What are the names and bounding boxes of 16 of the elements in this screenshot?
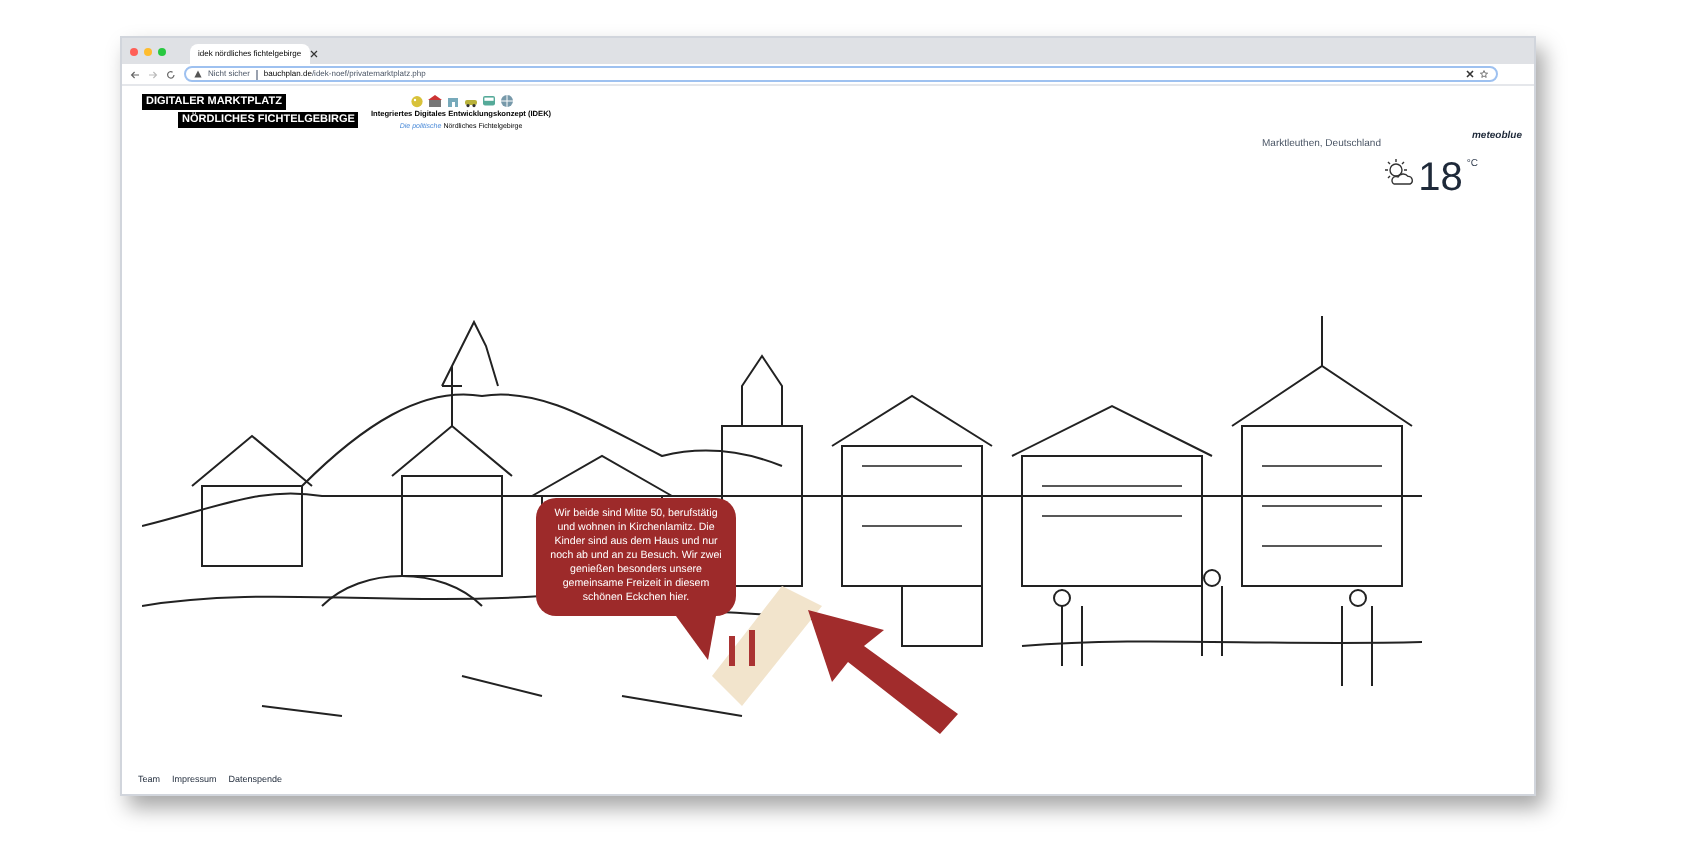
sun-cloud-icon (1382, 157, 1415, 185)
maximize-window-button[interactable] (158, 47, 166, 55)
star-icon[interactable] (1480, 70, 1488, 78)
extension-icon[interactable] (1466, 70, 1474, 78)
car-icon[interactable] (463, 94, 478, 108)
shop-icon[interactable] (427, 94, 442, 108)
arrow-icon (808, 610, 958, 734)
back-icon[interactable] (130, 69, 140, 79)
speech-bubble-tail (676, 616, 716, 660)
close-icon[interactable] (309, 50, 318, 58)
reload-icon[interactable] (166, 69, 176, 79)
temperature-value: 18 (1418, 157, 1463, 197)
warning-icon (194, 70, 202, 78)
forward-icon[interactable] (148, 69, 158, 79)
globe-icon[interactable] (499, 94, 514, 108)
close-window-button[interactable] (130, 47, 138, 55)
